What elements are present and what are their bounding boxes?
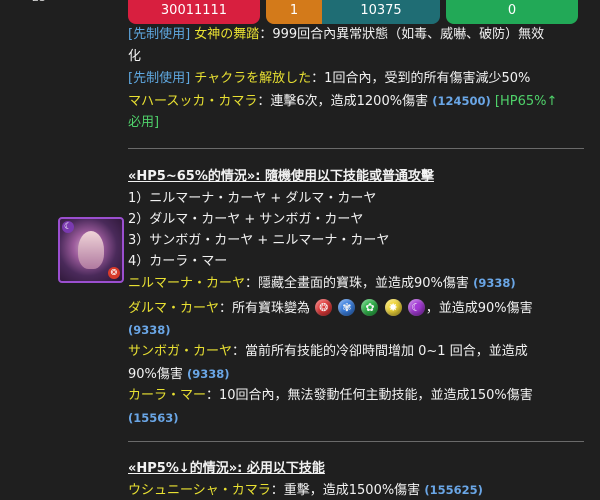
damage-value: (9338) xyxy=(473,276,516,290)
skill-name: ニルマーナ・カーヤ xyxy=(128,276,246,291)
damage-value: (9338) xyxy=(187,367,230,381)
skill-desc: ：所有寶珠變為 xyxy=(219,301,311,316)
skill-nirmana-kaya: ニルマーナ・カーヤ：隱藏全畫面的寶珠，並造成90%傷害 (9338) xyxy=(128,274,516,293)
skill-name: チャクラを解放した xyxy=(194,71,312,86)
skill-kala-ma-cont: (15563) xyxy=(128,409,179,428)
skill-desc-cont: 化 xyxy=(128,49,142,64)
skill-dharma-kaya: ダルマ・カーヤ：所有寶珠變為 ❂ ✾ ✿ ✸ ☾ ，並造成90%傷害 xyxy=(128,299,533,318)
skill-desc-after: ，並造成90%傷害 xyxy=(425,301,533,316)
preemptive-tag: [先制使用] xyxy=(128,71,191,86)
skill-name: マハースッカ・カマラ xyxy=(128,94,258,109)
section-header-hp5: «HP5%↓的情況»: 必用以下技能 xyxy=(128,461,325,476)
skill-desc: ：10回合內，無法發動任何主動技能，並造成150%傷害 xyxy=(206,388,533,403)
monster-portrait[interactable]: ☾ ❂ xyxy=(58,217,124,283)
skill-desc: ：連擊6次，造成1200%傷害 xyxy=(257,94,429,109)
preemptive-attack-cont: 必用] xyxy=(128,114,159,132)
preemptive-skill-2: [先制使用] チャクラを解放した：1回合內，受到的所有傷害減少50% xyxy=(128,70,530,88)
wood-orb-icon: ✿ xyxy=(361,299,379,316)
skill-desc: ：當前所有技能的冷卻時間增加 0~1 回合，並造成 xyxy=(232,344,528,359)
hp-stat-pill: 30011111 xyxy=(128,0,260,24)
skill-desc: ：重擊，造成1500%傷害 xyxy=(270,483,421,498)
condition-tag-cont: 必用] xyxy=(128,115,160,130)
skill-kala-ma: カーラ・マー：10回合內，無法發動任何主動技能，並造成150%傷害 xyxy=(128,387,533,405)
fire-subattribute-icon: ❂ xyxy=(108,267,120,279)
fire-orb-icon: ❂ xyxy=(315,299,333,316)
preemptive-skill-1: [先制使用] 女神の舞踏：999回合內異常狀態（如毒、威嚇、破防）無效 xyxy=(128,26,544,44)
skill-desc: ：999回合內異常狀態（如毒、威嚇、破防）無效 xyxy=(259,27,545,42)
skill-name: ウシュニーシャ・カマラ xyxy=(128,483,271,498)
preemptive-attack: マハースッカ・カマラ：連擊6次，造成1200%傷害 (124500) [HP65… xyxy=(128,92,557,111)
damage-value: (155625) xyxy=(424,483,483,497)
combo-option-2: 2）ダルマ・カーヤ + サンボガ・カーヤ xyxy=(128,212,364,227)
attack-stat-pill: 10375 xyxy=(322,0,440,24)
skill-desc-cont: 90%傷害 xyxy=(128,367,183,382)
page-corner-number: 23 xyxy=(32,0,46,4)
dark-orb-icon: ☾ xyxy=(407,299,425,316)
section-divider xyxy=(128,148,584,149)
preemptive-tag: [先制使用] xyxy=(128,27,191,42)
light-orb-icon: ✸ xyxy=(384,299,402,316)
skill-ushnisha-kamala: ウシュニーシャ・カマラ：重擊，造成1500%傷害 (155625) xyxy=(128,481,483,500)
skill-desc: ：隱藏全畫面的寶珠，並造成90%傷害 xyxy=(245,276,469,291)
condition-tag: [HP65%↑ xyxy=(494,94,558,109)
portrait-figure xyxy=(78,231,104,269)
preemptive-skill-1-cont: 化 xyxy=(128,48,141,66)
section-header-hp5-65: «HP5~65%的情況»: 隨機使用以下技能或普通攻擊 xyxy=(128,169,434,184)
skill-dharma-kaya-cont: (9338) xyxy=(128,321,171,340)
water-orb-icon: ✾ xyxy=(338,299,356,316)
skill-sambhoga-kaya: サンボガ・カーヤ：當前所有技能的冷卻時間增加 0~1 回合，並造成 xyxy=(128,343,528,361)
combo-option-4: 4）カーラ・マー xyxy=(128,254,228,269)
skill-desc: ：1回合內，受到的所有傷害減少50% xyxy=(311,71,531,86)
skill-name: ダルマ・カーヤ xyxy=(128,301,220,316)
skill-name: サンボガ・カーヤ xyxy=(128,344,233,359)
damage-value: (9338) xyxy=(128,323,171,337)
skill-sambhoga-kaya-cont: 90%傷害 (9338) xyxy=(128,365,230,384)
combo-option-1: 1）ニルマーナ・カーヤ + ダルマ・カーヤ xyxy=(128,191,377,206)
turn-stat-pill: 1 xyxy=(266,0,322,24)
combo-option-3: 3）サンボガ・カーヤ + ニルマーナ・カーヤ xyxy=(128,233,390,248)
section-divider xyxy=(128,441,584,442)
damage-value: (15563) xyxy=(128,411,179,425)
dark-attribute-icon: ☾ xyxy=(62,221,74,233)
damage-value: (124500) xyxy=(432,94,491,108)
skill-name: 女神の舞踏 xyxy=(194,27,260,42)
defense-stat-pill: 0 xyxy=(446,0,578,24)
skill-name: カーラ・マー xyxy=(128,388,207,403)
